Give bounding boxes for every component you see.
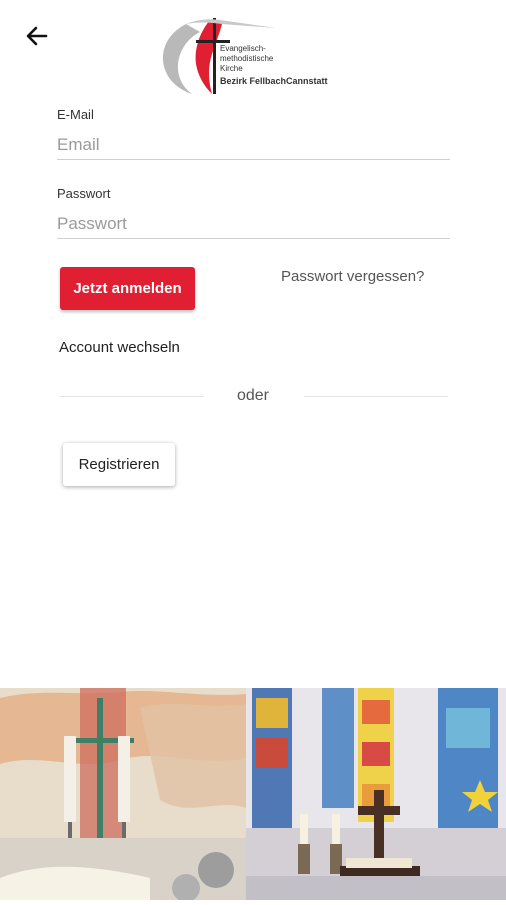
email-label: E-Mail [57, 107, 94, 122]
forgot-password-link[interactable]: Passwort vergessen? [281, 268, 424, 285]
login-button[interactable]: Jetzt anmelden [60, 267, 195, 310]
logo-bezirk: Bezirk FellbachCannstatt [220, 76, 328, 86]
register-button[interactable]: Registrieren [63, 443, 175, 486]
church-photo [0, 688, 506, 902]
arrow-left-icon [26, 26, 48, 46]
church-logo: Evangelisch- methodistische Kirche Bezir… [156, 14, 356, 98]
logo-line-1: Evangelisch- [220, 44, 266, 53]
switch-account-link[interactable]: Account wechseln [59, 339, 180, 356]
church-photo-banner [0, 688, 506, 902]
logo-text: Evangelisch- methodistische Kirche Bezir… [220, 44, 328, 86]
logo-line-2: methodistische [220, 54, 274, 63]
back-button[interactable] [22, 22, 52, 50]
logo-line-3: Kirche [220, 64, 243, 73]
email-field[interactable] [57, 131, 450, 160]
divider-right [304, 396, 448, 397]
password-field[interactable] [57, 210, 450, 239]
password-label: Passwort [57, 186, 111, 201]
